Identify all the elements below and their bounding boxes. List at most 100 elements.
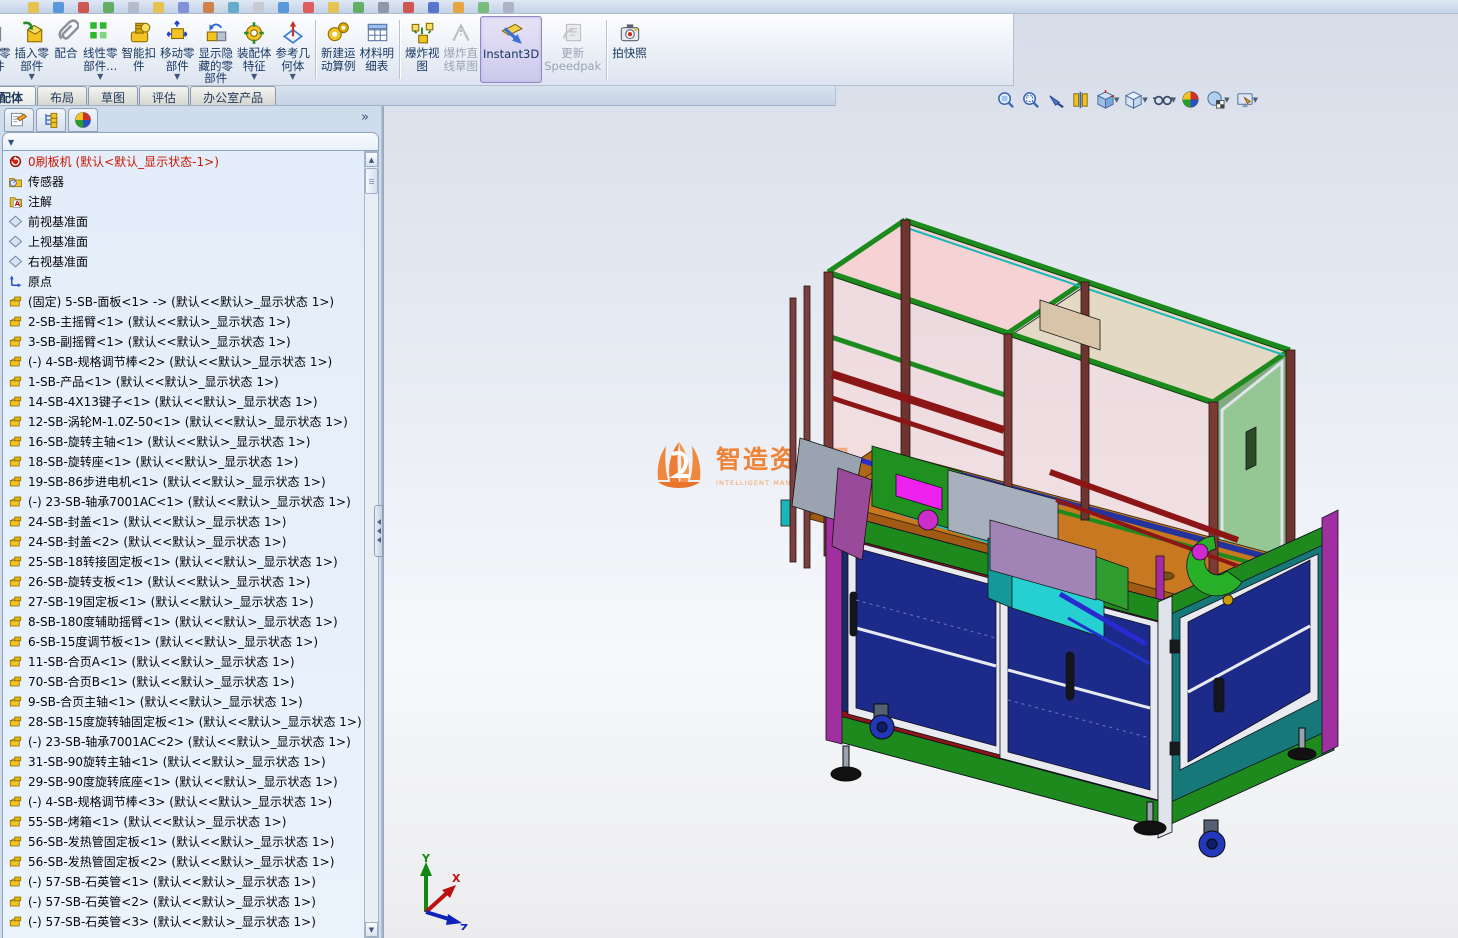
tree-item[interactable]: 27-SB-19固定板<1> (默认<<默认>_显示状态 1>) — [3, 591, 364, 611]
tree-item[interactable]: 右视基准面 — [3, 251, 364, 271]
graphics-viewport[interactable]: 智造资料网 INTELLIGENT MANUFACTURING DATA — [384, 86, 1458, 938]
tree-item[interactable]: 原点 — [3, 271, 364, 291]
tree-item[interactable]: 18-SB-旋转座<1> (默认<<默认>_显示状态 1>) — [3, 451, 364, 471]
standard-toolbar-icon[interactable] — [53, 2, 64, 13]
tree-item[interactable]: (-) 4-SB-规格调节棒<3> (默认<<默认>_显示状态 1>) — [3, 791, 364, 811]
toolbar-button-motion-study[interactable]: 新建运 动算例 — [319, 16, 358, 83]
standard-toolbar-icon[interactable] — [203, 2, 214, 13]
tree-item[interactable]: 8-SB-180度辅助摇臂<1> (默认<<默认>_显示状态 1>) — [3, 611, 364, 631]
toolbar-button-insert-component[interactable]: 插入零 部件 ▼ — [13, 16, 52, 83]
tree-item[interactable]: (-) 57-SB-石英管<2> (默认<<默认>_显示状态 1>) — [3, 891, 364, 911]
tree-item[interactable]: 11-SB-合页A<1> (默认<<默认>_显示状态 1>) — [3, 651, 364, 671]
dropdown-arrow-icon[interactable]: ▼ — [97, 73, 103, 81]
toolbar-button-move-component[interactable]: 移动零 部件 ▼ — [158, 16, 197, 83]
tree-item[interactable]: 16-SB-旋转主轴<1> (默认<<默认>_显示状态 1>) — [3, 431, 364, 451]
tree-item[interactable]: 56-SB-发热管固定板<2> (默认<<默认>_显示状态 1>) — [3, 851, 364, 871]
tree-item[interactable]: 29-SB-90度旋转底座<1> (默认<<默认>_显示状态 1>) — [3, 771, 364, 791]
toolbar-button-linear-pattern[interactable]: 线性零 部件... ▼ — [81, 16, 120, 83]
standard-toolbar-icon[interactable] — [378, 2, 389, 13]
tree-item[interactable]: 56-SB-发热管固定板<1> (默认<<默认>_显示状态 1>) — [3, 831, 364, 851]
dropdown-arrow-icon[interactable]: ▼ — [29, 73, 35, 81]
tree-item[interactable]: 0刷板机 (默认<默认_显示状态-1>) — [3, 151, 364, 171]
toolbar-button-reference-geometry[interactable]: 参考几 何体 ▼ — [274, 16, 313, 83]
standard-toolbar-icon[interactable] — [303, 2, 314, 13]
headsup-button-view-orientation[interactable]: ▼ — [1096, 90, 1119, 110]
tree-item[interactable]: (固定) 5-SB-面板<1> -> (默认<<默认>_显示状态 1>) — [3, 291, 364, 311]
standard-toolbar-icon[interactable] — [228, 2, 239, 13]
tree-item[interactable]: 3-SB-副摇臂<1> (默认<<默认>_显示状态 1>) — [3, 331, 364, 351]
standard-toolbar-icon[interactable] — [153, 2, 164, 13]
tree-item[interactable]: 上视基准面 — [3, 231, 364, 251]
tree-item[interactable]: 1-SB-产品<1> (默认<<默认>_显示状态 1>) — [3, 371, 364, 391]
scroll-down-arrow[interactable]: ▼ — [365, 922, 378, 937]
toolbar-button-assembly-features[interactable]: 装配体 特征 ▼ — [235, 16, 274, 83]
assembly-3d-model[interactable] — [384, 86, 1458, 938]
toolbar-button-show-hidden-components[interactable]: 显示隐 藏的零 部件 — [197, 16, 236, 85]
standard-toolbar-icon[interactable] — [28, 2, 39, 13]
toolbar-button-update-speedpak[interactable]: 更新 Speedpak — [542, 16, 603, 83]
toolbar-button-explode-line-sketch[interactable]: 爆炸直 线草图 — [442, 16, 481, 83]
standard-toolbar-icon[interactable] — [478, 2, 489, 13]
tree-item[interactable]: 55-SB-烤箱<1> (默认<<默认>_显示状态 1>) — [3, 811, 364, 831]
panel-overflow-chevron[interactable]: » — [361, 110, 369, 125]
tree-item[interactable]: (-) 57-SB-石英管<3> (默认<<默认>_显示状态 1>) — [3, 911, 364, 931]
tree-item[interactable]: 6-SB-15度调节板<1> (默认<<默认>_显示状态 1>) — [3, 631, 364, 651]
display-pane-header[interactable]: ▼ — [2, 132, 379, 151]
toolbar-button-instant3d[interactable]: Instant3D — [480, 16, 543, 83]
headsup-button-previous-view[interactable] — [1046, 90, 1066, 110]
document-tab-2[interactable]: 布局 — [37, 86, 88, 105]
tree-item[interactable]: A 注解 — [3, 191, 364, 211]
tree-item[interactable]: 14-SB-4X13键子<1> (默认<<默认>_显示状态 1>) — [3, 391, 364, 411]
toolbar-button-mate[interactable]: 配合 — [51, 16, 81, 83]
tree-item[interactable]: 传感器 — [3, 171, 364, 191]
dropdown-arrow-icon[interactable]: ▼ — [174, 73, 180, 81]
tree-item[interactable]: 19-SB-86步进电机<1> (默认<<默认>_显示状态 1>) — [3, 471, 364, 491]
tree-item[interactable]: 25-SB-18转接固定板<1> (默认<<默认>_显示状态 1>) — [3, 551, 364, 571]
standard-toolbar-icon[interactable] — [328, 2, 339, 13]
standard-toolbar-icon[interactable] — [253, 2, 264, 13]
tree-item[interactable]: 前视基准面 — [3, 211, 364, 231]
headsup-button-apply-scene[interactable]: ▼ — [1206, 90, 1230, 110]
tree-item[interactable]: (-) 57-SB-石英管<1> (默认<<默认>_显示状态 1>) — [3, 871, 364, 891]
toolbar-button-bom[interactable]: 材料明 细表 — [358, 16, 397, 83]
standard-toolbar-icon[interactable] — [128, 2, 139, 13]
tree-item[interactable]: 70-SB-合页B<1> (默认<<默认>_显示状态 1>) — [3, 671, 364, 691]
dropdown-arrow-icon[interactable]: ▼ — [1253, 96, 1258, 104]
tree-item[interactable]: 2-SB-主摇臂<1> (默认<<默认>_显示状态 1>) — [3, 311, 364, 331]
scroll-up-arrow[interactable]: ▲ — [365, 152, 378, 167]
display-pane-dropdown-icon[interactable]: ▼ — [8, 138, 14, 147]
tree-item[interactable]: (-) 23-SB-轴承7001AC<1> (默认<<默认>_显示状态 1>) — [3, 491, 364, 511]
document-tab-5[interactable]: 办公室产品 — [190, 86, 277, 105]
tree-item[interactable]: 12-SB-涡轮M-1.0Z-50<1> (默认<<默认>_显示状态 1>) — [3, 411, 364, 431]
dropdown-arrow-icon[interactable]: ▼ — [251, 73, 257, 81]
tree-item[interactable]: 24-SB-封盖<2> (默认<<默认>_显示状态 1>) — [3, 531, 364, 551]
document-tab-1[interactable]: 装配体 — [0, 86, 37, 105]
standard-toolbar-icon[interactable] — [78, 2, 89, 13]
panel-tab-featuremanager[interactable] — [4, 108, 34, 132]
dropdown-arrow-icon[interactable]: ▼ — [1142, 96, 1147, 104]
standard-toolbar-icon[interactable] — [353, 2, 364, 13]
panel-tab-configurationmanager[interactable] — [68, 108, 98, 132]
standard-toolbar-icon[interactable] — [453, 2, 464, 13]
headsup-button-hide-show-items[interactable]: ▼ — [1152, 90, 1176, 110]
dropdown-arrow-icon[interactable]: ▼ — [1224, 96, 1229, 104]
tree-item[interactable]: 24-SB-封盖<1> (默认<<默认>_显示状态 1>) — [3, 511, 364, 531]
scrollbar-thumb[interactable] — [365, 168, 378, 194]
standard-toolbar-icon[interactable] — [403, 2, 414, 13]
toolbar-button-smart-fasteners[interactable]: 智能扣 件 — [120, 16, 159, 83]
document-tab-3[interactable]: 草图 — [88, 86, 139, 105]
dropdown-arrow-icon[interactable]: ▼ — [290, 73, 296, 81]
tree-item[interactable]: 31-SB-90旋转主轴<1> (默认<<默认>_显示状态 1>) — [3, 751, 364, 771]
tree-item[interactable]: 26-SB-旋转支板<1> (默认<<默认>_显示状态 1>) — [3, 571, 364, 591]
document-tab-4[interactable]: 评估 — [139, 86, 190, 105]
headsup-button-zoom-fit[interactable] — [996, 90, 1016, 110]
panel-splitter-handle[interactable] — [374, 505, 383, 557]
tree-item[interactable]: (-) 23-SB-轴承7001AC<2> (默认<<默认>_显示状态 1>) — [3, 731, 364, 751]
headsup-button-edit-appearance[interactable] — [1181, 90, 1201, 110]
headsup-button-view-settings[interactable]: ▼ — [1235, 90, 1258, 110]
standard-toolbar-icon[interactable] — [503, 2, 514, 13]
toolbar-button-exploded-view[interactable]: 爆炸视 图 — [403, 16, 442, 83]
toolbar-button-edit-component[interactable]: 编辑零 部件 — [0, 16, 13, 83]
headsup-button-section-view[interactable] — [1071, 90, 1091, 110]
standard-toolbar-icon[interactable] — [103, 2, 114, 13]
